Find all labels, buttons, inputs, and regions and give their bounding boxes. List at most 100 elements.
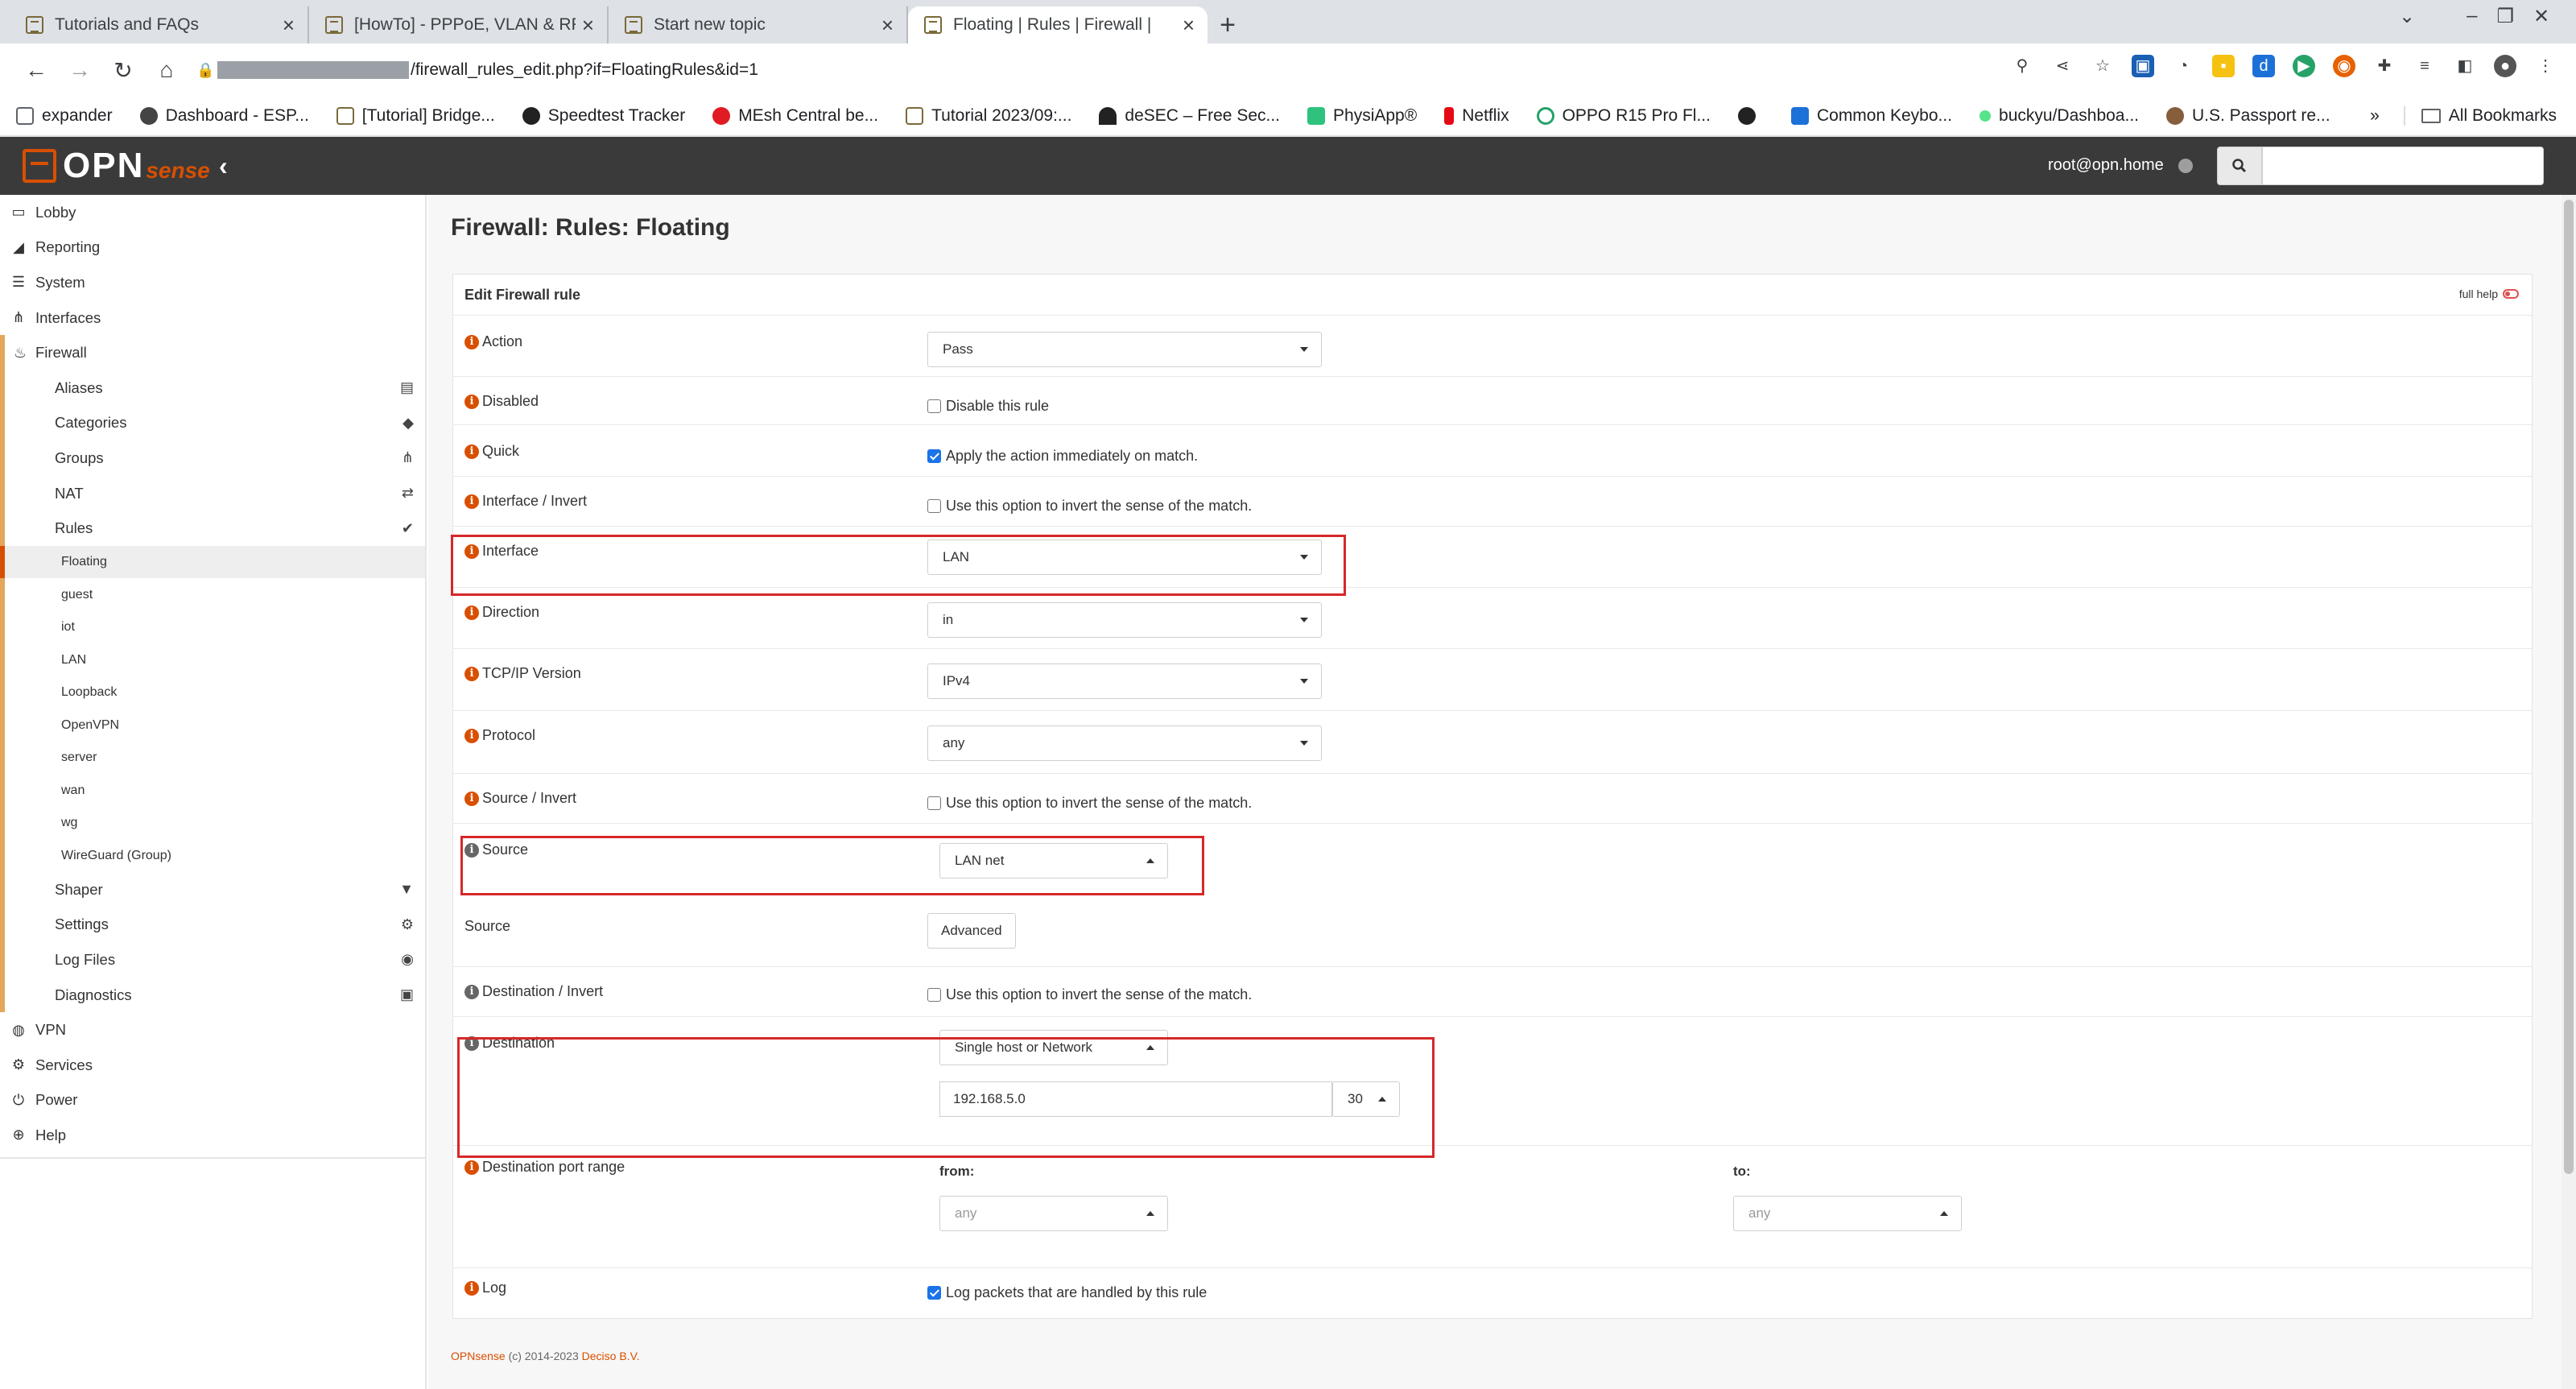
bookmark[interactable]: Speedtest Tracker <box>522 106 685 126</box>
info-icon[interactable]: i <box>464 334 479 349</box>
sidebar-item-power[interactable]: ⏻ Power <box>0 1083 425 1118</box>
close-tab-icon[interactable]: × <box>582 13 594 38</box>
bookmark[interactable]: [Tutorial] Bridge... <box>336 106 495 126</box>
browser-tab[interactable]: Tutorials and FAQs × <box>10 6 309 43</box>
info-icon[interactable]: i <box>464 1160 479 1175</box>
sidebar-item-log-files[interactable]: Log Files ◉ <box>0 942 425 978</box>
profile-avatar[interactable]: ● <box>2494 55 2516 77</box>
source-advanced-button[interactable]: Advanced <box>927 913 1016 949</box>
sidebar-item-aliases[interactable]: Aliases ▤ <box>0 370 425 406</box>
close-window-icon[interactable]: ✕ <box>2533 5 2549 28</box>
bookmark[interactable]: Netflix <box>1444 106 1509 126</box>
reading-list-icon[interactable]: ≡ <box>2413 55 2436 77</box>
search-button[interactable] <box>2217 147 2262 185</box>
info-icon[interactable]: i <box>464 494 479 509</box>
all-bookmarks-button[interactable]: All Bookmarks <box>2403 106 2557 126</box>
quick-checkbox[interactable]: Apply the action immediately on match. <box>927 448 1198 465</box>
sidepanel-icon[interactable]: ◧ <box>2454 55 2476 77</box>
full-help-toggle[interactable]: full help <box>2459 287 2519 300</box>
bookmark[interactable]: expander <box>16 106 113 126</box>
direction-select[interactable]: in <box>927 602 1322 638</box>
url-field[interactable]: 🔒 /firewall_rules_edit.php?if=FloatingRu… <box>196 52 2048 89</box>
destination-mask-select[interactable]: 30 <box>1332 1081 1400 1117</box>
menu-icon[interactable]: ⋮ <box>2534 55 2557 77</box>
info-icon[interactable]: i <box>464 544 479 559</box>
source-invert-checkbox[interactable]: Use this option to invert the sense of t… <box>927 795 1252 812</box>
destination-invert-checkbox[interactable]: Use this option to invert the sense of t… <box>927 986 1252 1003</box>
destination-address-input[interactable]: 192.168.5.0 <box>939 1081 1332 1117</box>
bookmark[interactable]: buckyu/Dashboa... <box>1979 106 2139 126</box>
sidebar-item-lobby[interactable]: ▭ Lobby <box>0 195 425 230</box>
main-scrollbar[interactable] <box>2562 195 2576 1389</box>
minimize-icon[interactable]: – <box>2467 5 2477 28</box>
sidebar-item-floating[interactable]: Floating <box>0 545 425 579</box>
scrollbar-thumb[interactable] <box>2564 200 2574 1174</box>
reload-icon[interactable]: ↻ <box>101 57 145 84</box>
new-tab-button[interactable]: + <box>1208 6 1248 43</box>
collapse-sidebar-icon[interactable]: ‹ <box>219 151 228 181</box>
restore-icon[interactable]: ❐ <box>2496 5 2514 28</box>
bookmarks-overflow-icon[interactable]: » <box>2370 106 2380 126</box>
browser-tab-active[interactable]: Floating | Rules | Firewall | × <box>908 6 1208 43</box>
info-icon[interactable]: i <box>464 842 479 858</box>
back-icon[interactable]: ← <box>14 57 58 83</box>
bookmark[interactable]: Dashboard - ESP... <box>139 106 309 126</box>
bookmark[interactable]: Common Keybo... <box>1790 106 1952 126</box>
sidebar-item-wg[interactable]: wg <box>0 806 425 840</box>
port-to-select[interactable]: any <box>1733 1196 1962 1231</box>
info-icon[interactable]: i <box>464 1280 479 1296</box>
sidebar-item-lan[interactable]: LAN <box>0 643 425 676</box>
bookmark[interactable]: PhysiApp® <box>1307 106 1417 126</box>
sidebar-item-interfaces[interactable]: ⋔ Interfaces <box>0 300 425 336</box>
log-checkbox[interactable]: Log packets that are handled by this rul… <box>927 1284 1207 1301</box>
extension-icon[interactable]: d <box>2252 55 2275 77</box>
sidebar-item-rules[interactable]: Rules ✔ <box>0 511 425 546</box>
footer-company-link[interactable]: Deciso B.V. <box>582 1350 640 1362</box>
checkbox-checked-icon[interactable] <box>927 1286 941 1300</box>
sidebar-item-categories[interactable]: Categories ◆ <box>0 405 425 441</box>
info-icon[interactable]: i <box>464 984 479 999</box>
checkbox-icon[interactable] <box>927 988 941 1002</box>
footer-brand-link[interactable]: OPNsense <box>451 1350 506 1362</box>
port-from-select[interactable]: any <box>939 1196 1168 1231</box>
sidebar-item-loopback[interactable]: Loopback <box>0 676 425 709</box>
opnsense-logo[interactable]: OPN sense <box>23 145 210 187</box>
browser-tab[interactable]: [HowTo] - PPPoE, VLAN & RF × <box>309 6 609 43</box>
close-tab-icon[interactable]: × <box>1183 13 1195 38</box>
browser-tab[interactable]: Start new topic × <box>609 6 908 43</box>
checkbox-checked-icon[interactable] <box>927 449 941 463</box>
extension-icon[interactable]: ◔ <box>2172 55 2194 77</box>
close-tab-icon[interactable]: × <box>283 13 295 38</box>
sidebar-item-help[interactable]: ⊕ Help <box>0 1118 425 1153</box>
search-input[interactable] <box>2262 147 2544 185</box>
bookmark[interactable]: U.S. Passport re... <box>2165 106 2330 126</box>
interface-invert-checkbox[interactable]: Use this option to invert the sense of t… <box>927 498 1252 515</box>
action-select[interactable]: Pass <box>927 332 1322 367</box>
sidebar-item-firewall[interactable]: ♨ Firewall <box>0 335 425 370</box>
bookmark[interactable]: deSEC – Free Sec... <box>1099 106 1280 126</box>
info-icon[interactable]: i <box>464 791 479 806</box>
info-icon[interactable]: i <box>464 666 479 681</box>
protocol-select[interactable]: any <box>927 726 1322 761</box>
sidebar-item-shaper[interactable]: Shaper ▼ <box>0 871 425 907</box>
info-icon[interactable]: i <box>464 394 479 409</box>
disabled-checkbox[interactable]: Disable this rule <box>927 398 1049 415</box>
extension-icon[interactable]: ▶ <box>2293 55 2315 77</box>
forward-icon[interactable]: → <box>58 57 101 83</box>
sidebar-item-openvpn[interactable]: OpenVPN <box>0 709 425 742</box>
info-icon[interactable]: i <box>464 444 479 459</box>
zoom-icon[interactable]: ⚲ <box>2011 55 2033 77</box>
puzzle-icon[interactable]: ✚ <box>2373 55 2396 77</box>
sidebar-item-groups[interactable]: Groups ⋔ <box>0 440 425 476</box>
info-icon[interactable]: i <box>464 605 479 620</box>
extension-icon[interactable]: ◉ <box>2333 55 2355 77</box>
extension-icon[interactable]: ▪ <box>2212 55 2235 77</box>
interface-select[interactable]: LAN <box>927 539 1322 575</box>
share-icon[interactable]: ⋖ <box>2051 55 2074 77</box>
info-icon[interactable]: i <box>464 728 479 743</box>
sidebar-item-services[interactable]: ⚙ Services <box>0 1048 425 1083</box>
bookmark[interactable]: OPPO R15 Pro Fl... <box>1536 106 1711 126</box>
checkbox-icon[interactable] <box>927 399 941 413</box>
bookmark[interactable]: Tutorial 2023/09:... <box>906 106 1071 126</box>
sidebar-item-nat[interactable]: NAT ⇄ <box>0 475 425 511</box>
